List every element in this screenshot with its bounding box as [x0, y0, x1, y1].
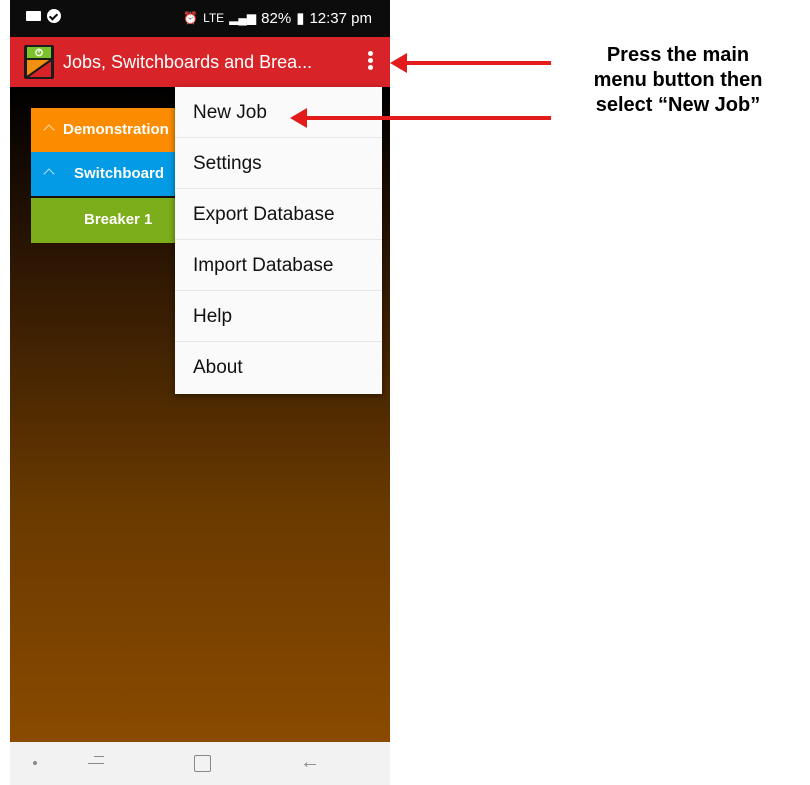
status-right: ⏰ LTE ▂▄▆ 82% ▮ 12:37 pm — [183, 9, 372, 28]
annotation-arrow-new-job — [290, 108, 551, 128]
recent-apps-icon[interactable] — [88, 756, 104, 768]
clock: 12:37 pm — [309, 9, 372, 27]
tree-item-label: Demonstration — [63, 121, 169, 138]
mail-icon — [26, 11, 41, 21]
overflow-menu-button[interactable] — [364, 49, 376, 75]
battery-icon: ▮ — [296, 10, 305, 27]
overflow-menu: New Job Settings Export Database Import … — [175, 87, 382, 394]
menu-item-new-job[interactable]: New Job — [175, 87, 382, 138]
chevron-up-icon[interactable] — [43, 124, 55, 136]
tree-item-label: Switchboard — [74, 165, 165, 182]
app-bar: Jobs, Switchboards and Brea... — [10, 37, 390, 87]
battery-percent: 82% — [261, 9, 292, 27]
tree-item-switchboard[interactable]: Switchboard — [31, 152, 181, 196]
tree-item-label: Breaker 1 — [84, 211, 153, 228]
network-label: LTE — [203, 11, 225, 25]
status-bar: ⏰ LTE ▂▄▆ 82% ▮ 12:37 pm — [10, 0, 390, 37]
menu-item-help[interactable]: Help — [175, 291, 382, 342]
navigation-bar: ← — [10, 742, 390, 785]
alarm-icon: ⏰ — [183, 11, 199, 25]
dot-icon — [33, 761, 37, 765]
annotation-arrow-menu — [390, 53, 551, 73]
annotation-line: select “New Job” — [595, 94, 761, 116]
annotation-text: Press the main menu button then select “… — [558, 43, 798, 118]
annotation-line: menu button then — [593, 69, 763, 91]
menu-item-about[interactable]: About — [175, 342, 382, 393]
menu-item-export-database[interactable]: Export Database — [175, 189, 382, 240]
back-icon[interactable]: ← — [300, 752, 320, 772]
tree-item-job[interactable]: Demonstration — [31, 108, 181, 152]
menu-dot-icon — [367, 51, 373, 56]
menu-dot-icon — [367, 58, 373, 63]
tree-item-breaker[interactable]: Breaker 1 — [31, 198, 181, 243]
app-logo-icon — [24, 45, 54, 79]
annotation-line: Press the main — [606, 44, 750, 66]
check-icon — [47, 9, 61, 23]
signal-icon: ▂▄▆ — [229, 11, 257, 25]
status-left — [26, 9, 61, 23]
chevron-up-icon[interactable] — [43, 168, 55, 180]
app-title: Jobs, Switchboards and Brea... — [63, 52, 313, 72]
menu-item-import-database[interactable]: Import Database — [175, 240, 382, 291]
menu-dot-icon — [367, 65, 373, 70]
menu-item-settings[interactable]: Settings — [175, 138, 382, 189]
home-icon[interactable] — [194, 755, 211, 772]
